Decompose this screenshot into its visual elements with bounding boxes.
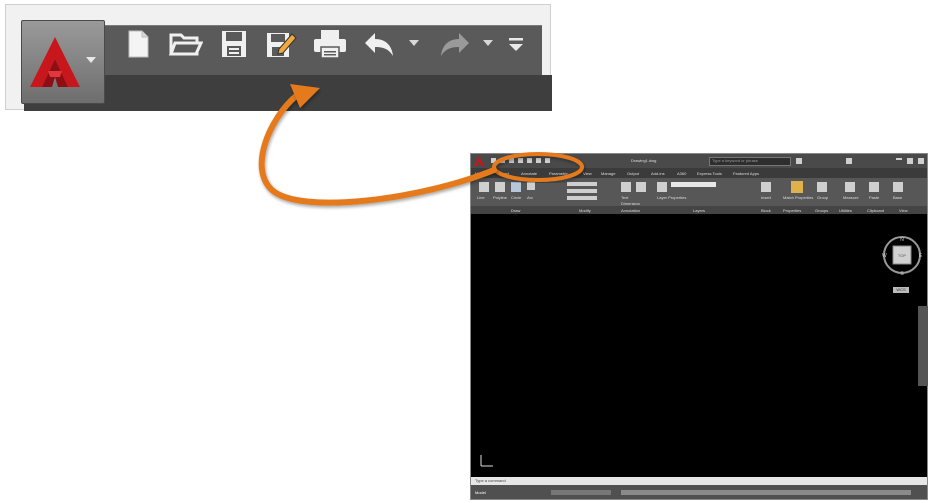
callout-arrow-shaft — [258, 93, 497, 206]
qat-highlight-ellipse — [492, 152, 584, 182]
callout-arrow — [258, 84, 584, 206]
